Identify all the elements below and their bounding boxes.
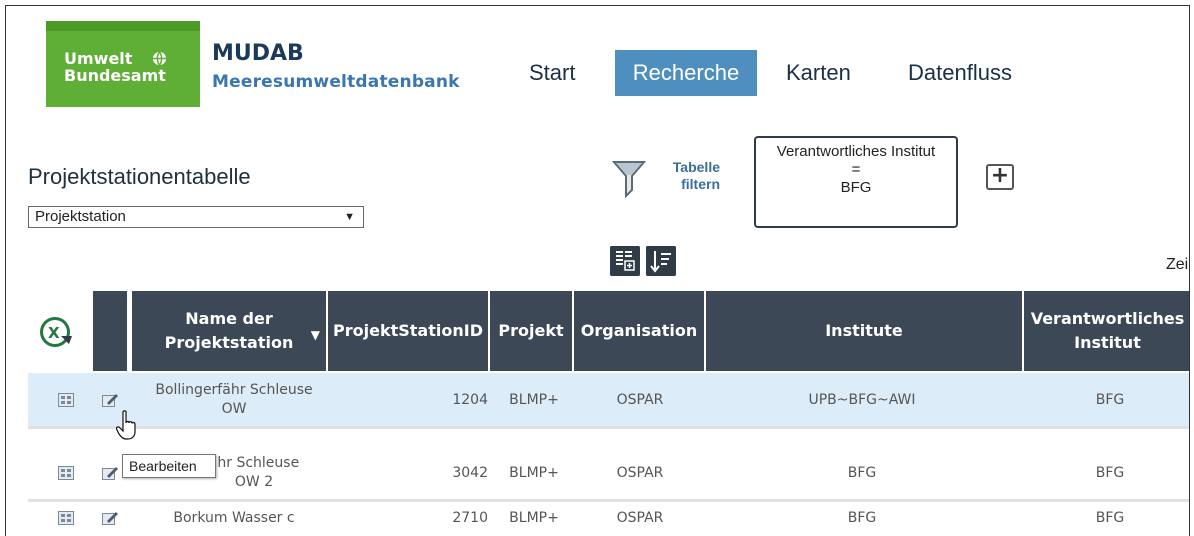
umweltbundesamt-logo[interactable]: Umwelt Bundesamt: [46, 21, 200, 107]
header-projektstationid[interactable]: ProjektStationID: [328, 291, 488, 371]
cell-name: Bollingerfähr Schleuse OW: [138, 373, 330, 426]
header-name-line-2: Projektstation: [164, 333, 294, 352]
cell-verantwortliches-institut: BFG: [1095, 464, 1125, 481]
app-title: MUDAB: [212, 41, 304, 66]
cell-name-line-2: OW: [221, 400, 247, 417]
header-verant-line-1: Verantwortliches: [1030, 309, 1185, 328]
table-header: Name der Projektstation ▼ ProjektStation…: [6, 291, 1189, 371]
header-verantwortliches-institut[interactable]: Verantwortliches Institut: [1024, 291, 1189, 371]
cell-name-line-1: ähr Schleuse: [208, 454, 300, 471]
hand-cursor-icon: [116, 410, 136, 440]
cell-organisation: OSPAR: [616, 510, 664, 526]
sort-icon[interactable]: [646, 246, 676, 276]
row-divider: [28, 426, 1189, 429]
cell-name-line-1: Borkum Wasser c: [173, 509, 295, 526]
logo-text: Umwelt Bundesamt: [64, 50, 166, 84]
cell-name: Borkum Wasser c: [138, 503, 330, 533]
cell-verantwortliches-institut: BFG: [1095, 510, 1125, 526]
logo-line-1: Umwelt: [64, 49, 133, 68]
edit-icon[interactable]: [102, 466, 118, 480]
filter-field: Verantwortliches Institut: [776, 143, 936, 160]
cell-projekt: BLMP+: [509, 391, 559, 408]
cell-name-line-1: Bollingerfähr Schleuse: [155, 381, 313, 398]
cell-organisation: OSPAR: [616, 464, 664, 481]
header-view-column: [93, 291, 127, 371]
header-verant-line-2: Institut: [1074, 333, 1141, 352]
filter-operator: =: [851, 161, 861, 178]
view-details-icon[interactable]: [58, 393, 74, 407]
edit-icon[interactable]: [102, 511, 118, 525]
cell-id: 1204: [452, 391, 488, 408]
cell-name-line-2: OW 2: [234, 473, 274, 490]
filter-value: BFG: [840, 179, 872, 196]
header-name-line-1: Name der: [185, 309, 273, 328]
table-type-select[interactable]: Projektstation ▼: [28, 206, 364, 228]
view-details-icon[interactable]: [58, 511, 74, 525]
row-divider: [28, 499, 1189, 502]
cell-id: 2710: [452, 510, 488, 526]
edit-icon[interactable]: [102, 393, 118, 407]
filter-funnel-icon[interactable]: [612, 158, 646, 198]
select-value: Projektstation: [35, 208, 126, 225]
header-projekt[interactable]: Projekt: [490, 291, 572, 371]
table-row[interactable]: Bollingerfähr Schleuse OW 1204 BLMP+ OSP…: [28, 373, 1189, 429]
edit-tooltip: Bearbeiten: [122, 454, 216, 478]
rows-per-page-label: Zei: [1166, 256, 1189, 273]
cell-projekt: BLMP+: [509, 464, 559, 481]
nav-start[interactable]: Start: [529, 50, 575, 96]
cell-institute: BFG: [847, 464, 877, 481]
page-title: Projektstationentabelle: [28, 164, 251, 189]
cell-id: 3042: [452, 464, 488, 481]
logo-top-bar: [46, 21, 200, 31]
add-filter-button[interactable]: +: [986, 164, 1014, 190]
globe-icon: [152, 51, 167, 66]
active-filter-chip[interactable]: Verantwortliches Institut = BFG: [754, 136, 958, 228]
nav-karten[interactable]: Karten: [786, 50, 851, 96]
cell-institute: UPB~BFG~AWI: [808, 391, 916, 408]
header-organisation[interactable]: Organisation: [574, 291, 704, 371]
cell-projekt: BLMP+: [509, 510, 559, 526]
cell-organisation: OSPAR: [616, 391, 664, 408]
filter-table-button[interactable]: Tabelle filtern: [666, 159, 720, 193]
app-subtitle: Meeresumweltdatenbank: [212, 72, 460, 92]
header-name[interactable]: Name der Projektstation ▼: [132, 291, 326, 371]
cell-institute: BFG: [847, 510, 877, 526]
filter-label-line-1: Tabelle: [672, 159, 720, 175]
dropdown-arrow-icon: ▼: [344, 211, 355, 223]
header-institute[interactable]: Institute: [706, 291, 1022, 371]
cell-verantwortliches-institut: BFG: [1095, 391, 1125, 408]
table-row[interactable]: Borkum Wasser c 2710 BLMP+ OSPAR BFG BFG: [28, 503, 1189, 536]
filter-label-line-2: filtern: [681, 176, 720, 192]
logo-line-2: Bundesamt: [64, 66, 166, 85]
nav-datenfluss[interactable]: Datenfluss: [908, 50, 1012, 96]
sort-caret-icon: ▼: [310, 328, 320, 342]
column-chooser-icon[interactable]: [610, 246, 640, 276]
application-frame: Umwelt Bundesamt MUDAB Meeresumweltdaten…: [5, 5, 1190, 536]
nav-recherche[interactable]: Recherche: [615, 50, 757, 96]
view-details-icon[interactable]: [58, 466, 74, 480]
